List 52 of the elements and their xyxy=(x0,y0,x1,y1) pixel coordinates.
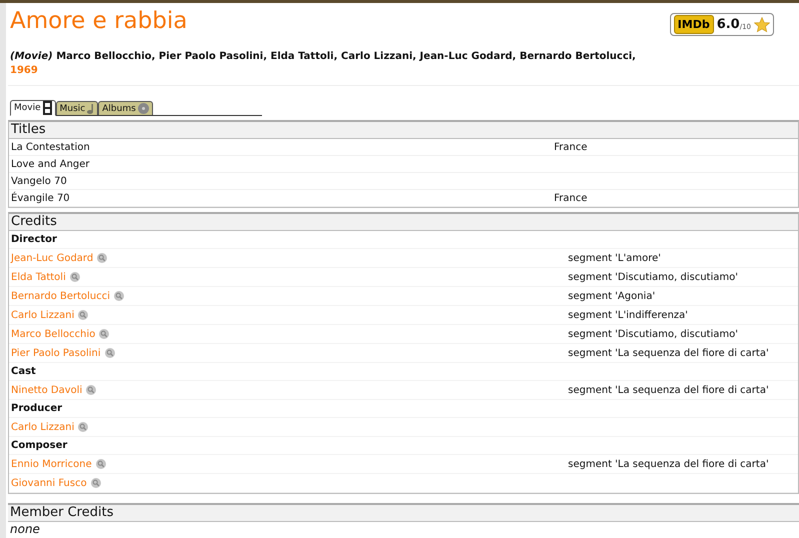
page-title: Amore e rabbia xyxy=(10,7,188,35)
magnifier-icon[interactable] xyxy=(97,253,108,263)
credit-note: segment 'Agonia' xyxy=(568,290,656,302)
music-note-icon xyxy=(87,104,94,114)
member-credits-value: none xyxy=(9,522,41,536)
role-heading: Director xyxy=(11,234,58,245)
person-link[interactable]: Marco Bellocchio xyxy=(11,328,96,340)
film-icon xyxy=(42,101,52,115)
magnifier-icon[interactable] xyxy=(70,272,80,282)
credit-note: segment 'L'amore' xyxy=(568,252,662,264)
byline: (Movie) Marco Bellocchio, Pier Paolo Pasolini, Elda Tattoli, Carlo Lizzani, Jean-Luc Godard, Bernardo Bertolucci, xyxy=(9,50,637,64)
credit-note: segment 'La sequenza del fiore di carta' xyxy=(568,384,770,396)
country: France xyxy=(554,192,588,204)
magnifier-icon[interactable] xyxy=(104,348,115,358)
person-link[interactable]: Carlo Lizzani xyxy=(11,422,74,432)
person-link[interactable]: Elda Tattoli xyxy=(11,272,66,282)
person-link[interactable]: Bernardo Bertolucci xyxy=(11,290,110,302)
magnifier-icon[interactable] xyxy=(96,459,106,469)
alternate-title: Évangile 70 xyxy=(11,192,71,204)
star-icon xyxy=(754,16,770,32)
magnifier-icon[interactable] xyxy=(90,478,101,488)
disc-icon xyxy=(138,103,149,114)
section-heading: Member Credits xyxy=(8,505,799,522)
section-heading: Credits xyxy=(9,214,798,231)
magnifier-icon[interactable] xyxy=(114,291,124,301)
tab[interactable]: Movie xyxy=(10,100,56,116)
credit-note: segment 'L'indifferenza' xyxy=(568,310,689,320)
credit-note: segment 'La sequenza del fiore di carta' xyxy=(568,348,770,358)
person-link[interactable]: Ennio Morricone xyxy=(11,458,92,470)
magnifier-icon[interactable] xyxy=(78,310,88,320)
role-heading: Composer xyxy=(11,440,68,451)
credit-note: segment 'La sequenza del fiore di carta' xyxy=(568,458,770,470)
section-heading: Titles xyxy=(9,122,798,139)
role-heading: Cast xyxy=(11,366,37,377)
role-heading: Producer xyxy=(11,403,64,414)
person-link[interactable]: Carlo Lizzani xyxy=(11,310,74,320)
person-link[interactable]: Giovanni Fusco xyxy=(11,478,87,488)
credit-note: segment 'Discutiamo, discutiamo' xyxy=(568,272,739,282)
country: France xyxy=(554,142,588,152)
alternate-title: Love and Anger xyxy=(11,158,91,170)
person-link[interactable]: Jean-Luc Godard xyxy=(11,252,94,264)
alternate-title: Vangelo 70 xyxy=(11,176,68,186)
magnifier-icon[interactable] xyxy=(86,385,96,395)
magnifier-icon[interactable] xyxy=(99,329,110,339)
release-year: 1969 xyxy=(9,64,39,77)
alternate-title: La Contestation xyxy=(11,142,91,152)
person-link[interactable]: Ninetto Davoli xyxy=(11,384,82,396)
credit-note: segment 'Discutiamo, discutiamo' xyxy=(568,328,739,340)
person-link[interactable]: Pier Paolo Pasolini xyxy=(11,348,101,358)
magnifier-icon[interactable] xyxy=(78,422,88,432)
tab[interactable]: Music xyxy=(56,101,98,115)
tab[interactable]: Albums xyxy=(98,101,153,115)
